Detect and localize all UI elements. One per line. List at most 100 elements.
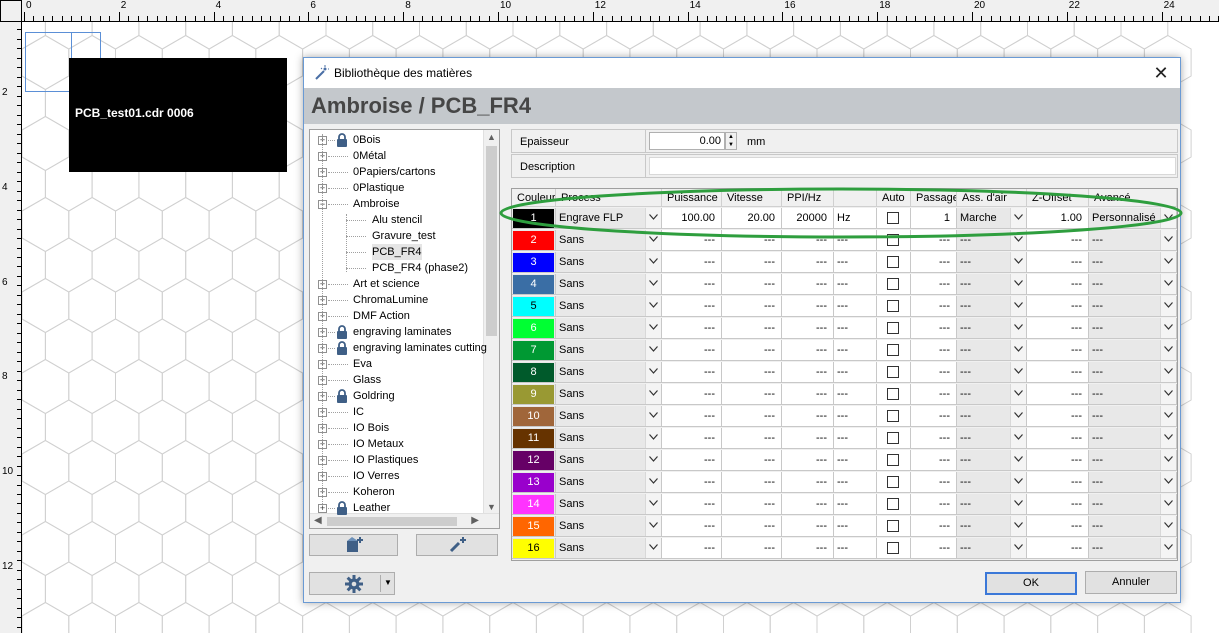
ppi-cell[interactable]: --- bbox=[782, 516, 834, 537]
chevron-down-icon[interactable] bbox=[1160, 494, 1176, 514]
power-cell[interactable]: --- bbox=[662, 362, 722, 383]
tree-item[interactable]: + Koheron bbox=[310, 484, 482, 500]
passes-cell[interactable]: --- bbox=[911, 428, 957, 449]
chevron-down-icon[interactable] bbox=[1160, 274, 1176, 294]
auto-checkbox[interactable] bbox=[887, 410, 899, 422]
power-cell[interactable]: --- bbox=[662, 274, 722, 295]
material-tree[interactable]: ▲ ▼ ◀ ▶ +0Bois +0Métal +0Papiers/cartons +0… bbox=[309, 129, 500, 529]
ppi-cell[interactable]: --- bbox=[782, 494, 834, 515]
auto-checkbox[interactable] bbox=[887, 432, 899, 444]
chevron-down-icon[interactable] bbox=[1010, 538, 1026, 558]
passes-cell[interactable]: --- bbox=[911, 318, 957, 339]
speed-cell[interactable]: --- bbox=[722, 384, 782, 405]
close-icon[interactable]: ✕ bbox=[1148, 61, 1174, 85]
advanced-dropdown[interactable]: --- bbox=[1089, 406, 1177, 427]
auto-checkbox[interactable] bbox=[887, 278, 899, 290]
auto-cell[interactable] bbox=[877, 494, 911, 515]
color-cell[interactable]: 5 bbox=[512, 296, 556, 317]
advanced-dropdown[interactable]: --- bbox=[1089, 516, 1177, 537]
air-assist-dropdown[interactable]: --- bbox=[957, 340, 1027, 361]
auto-checkbox[interactable] bbox=[887, 454, 899, 466]
chevron-down-icon[interactable] bbox=[645, 494, 661, 514]
process-dropdown[interactable]: Sans bbox=[556, 340, 662, 361]
process-dropdown[interactable]: Sans bbox=[556, 318, 662, 339]
power-cell[interactable]: --- bbox=[662, 340, 722, 361]
speed-cell[interactable]: --- bbox=[722, 318, 782, 339]
process-dropdown[interactable]: Sans bbox=[556, 362, 662, 383]
chevron-down-icon[interactable] bbox=[1010, 516, 1026, 536]
tree-item[interactable]: + Art et science bbox=[310, 276, 482, 292]
speed-cell[interactable]: --- bbox=[722, 274, 782, 295]
z-offset-cell[interactable]: --- bbox=[1027, 538, 1089, 559]
tree-item[interactable]: + IC bbox=[310, 404, 482, 420]
ppi-cell[interactable]: --- bbox=[782, 450, 834, 471]
auto-cell[interactable] bbox=[877, 450, 911, 471]
chevron-down-icon[interactable] bbox=[1010, 406, 1026, 426]
advanced-dropdown[interactable]: --- bbox=[1089, 340, 1177, 361]
chevron-down-icon[interactable] bbox=[1160, 296, 1176, 316]
advanced-dropdown[interactable]: --- bbox=[1089, 384, 1177, 405]
z-offset-cell[interactable]: --- bbox=[1027, 384, 1089, 405]
process-dropdown[interactable]: Sans bbox=[556, 252, 662, 273]
auto-checkbox[interactable] bbox=[887, 256, 899, 268]
auto-checkbox[interactable] bbox=[887, 322, 899, 334]
advanced-dropdown[interactable]: --- bbox=[1089, 428, 1177, 449]
chevron-down-icon[interactable] bbox=[1160, 384, 1176, 404]
thickness-input[interactable]: 0.00 bbox=[649, 132, 725, 150]
color-cell[interactable]: 10 bbox=[512, 406, 556, 427]
tree-item[interactable]: + DMF Action bbox=[310, 308, 482, 324]
chevron-down-icon[interactable] bbox=[1160, 406, 1176, 426]
chevron-down-icon[interactable] bbox=[645, 274, 661, 294]
air-assist-dropdown[interactable]: --- bbox=[957, 428, 1027, 449]
ppi-cell[interactable]: --- bbox=[782, 296, 834, 317]
chevron-down-icon[interactable] bbox=[645, 450, 661, 470]
passes-cell[interactable]: --- bbox=[911, 384, 957, 405]
auto-cell[interactable] bbox=[877, 252, 911, 273]
chevron-down-icon[interactable] bbox=[645, 340, 661, 360]
power-cell[interactable]: --- bbox=[662, 252, 722, 273]
advanced-dropdown[interactable]: --- bbox=[1089, 252, 1177, 273]
chevron-down-icon[interactable] bbox=[1160, 472, 1176, 492]
passes-cell[interactable]: --- bbox=[911, 538, 957, 559]
advanced-dropdown[interactable]: --- bbox=[1089, 494, 1177, 515]
speed-cell[interactable]: --- bbox=[722, 538, 782, 559]
chevron-down-icon[interactable] bbox=[1010, 384, 1026, 404]
air-assist-dropdown[interactable]: --- bbox=[957, 362, 1027, 383]
process-dropdown[interactable]: Sans bbox=[556, 384, 662, 405]
chevron-down-icon[interactable] bbox=[645, 318, 661, 338]
speed-cell[interactable]: --- bbox=[722, 516, 782, 537]
chevron-down-icon[interactable] bbox=[1010, 362, 1026, 382]
z-offset-cell[interactable]: --- bbox=[1027, 472, 1089, 493]
chevron-down-icon[interactable] bbox=[645, 516, 661, 536]
tree-item[interactable]: + Leather bbox=[310, 500, 482, 516]
auto-checkbox[interactable] bbox=[887, 520, 899, 532]
air-assist-dropdown[interactable]: --- bbox=[957, 472, 1027, 493]
air-assist-dropdown[interactable]: --- bbox=[957, 538, 1027, 559]
ppi-cell[interactable]: --- bbox=[782, 406, 834, 427]
advanced-dropdown[interactable]: --- bbox=[1089, 318, 1177, 339]
z-offset-cell[interactable]: --- bbox=[1027, 494, 1089, 515]
tree-item[interactable]: + engraving laminates bbox=[310, 324, 482, 340]
air-assist-dropdown[interactable]: --- bbox=[957, 318, 1027, 339]
settings-split-button[interactable]: ▼ bbox=[309, 572, 395, 595]
tree-hscroll-thumb[interactable] bbox=[327, 517, 457, 526]
ppi-cell[interactable]: --- bbox=[782, 538, 834, 559]
tree-item[interactable]: + IO Verres bbox=[310, 468, 482, 484]
chevron-down-icon[interactable] bbox=[645, 406, 661, 426]
chevron-down-icon[interactable] bbox=[645, 362, 661, 382]
chevron-down-icon[interactable] bbox=[1160, 252, 1176, 272]
scroll-down-icon[interactable]: ▼ bbox=[486, 502, 497, 512]
chevron-down-icon[interactable] bbox=[1160, 428, 1176, 448]
scroll-right-icon[interactable]: ▶ bbox=[471, 515, 479, 526]
air-assist-dropdown[interactable]: --- bbox=[957, 296, 1027, 317]
advanced-dropdown[interactable]: --- bbox=[1089, 274, 1177, 295]
tree-item[interactable]: Alu stencil bbox=[310, 212, 482, 228]
auto-cell[interactable] bbox=[877, 516, 911, 537]
tree-item[interactable]: + Glass bbox=[310, 372, 482, 388]
chevron-down-icon[interactable] bbox=[645, 384, 661, 404]
process-dropdown[interactable]: Sans bbox=[556, 450, 662, 471]
process-dropdown[interactable]: Sans bbox=[556, 406, 662, 427]
power-cell[interactable]: --- bbox=[662, 450, 722, 471]
speed-cell[interactable]: --- bbox=[722, 450, 782, 471]
z-offset-cell[interactable]: --- bbox=[1027, 274, 1089, 295]
